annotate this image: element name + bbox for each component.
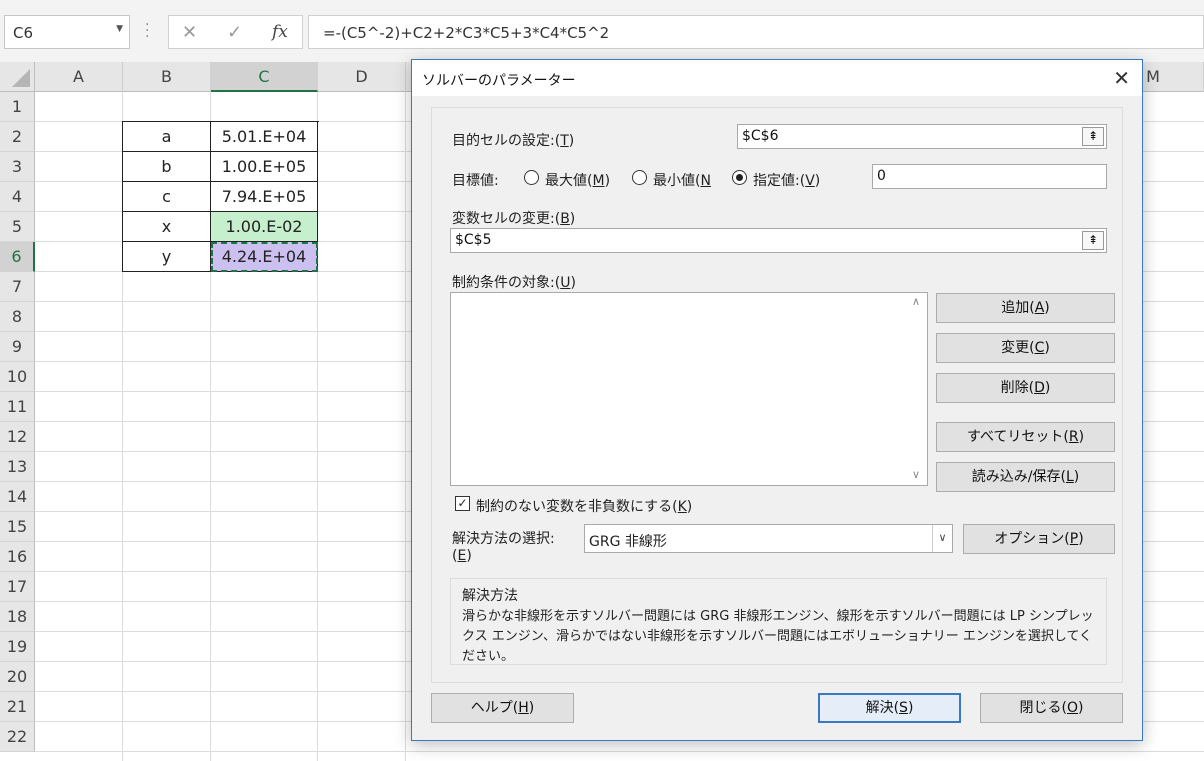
formula-text: =-(C5^-2)+C2+2*C3*C5+3*C4*C5^2 (323, 24, 610, 42)
target-value: 0 (877, 168, 886, 184)
range-select-icon[interactable]: ⇞ (1082, 127, 1104, 146)
row-header[interactable]: 21 (0, 692, 35, 722)
close-icon[interactable]: ✕ (1113, 66, 1130, 90)
row-header[interactable]: 4 (0, 182, 35, 212)
table-cell-value[interactable]: 1.00.E+05 (211, 152, 318, 182)
method-value: GRG 非線形 (589, 534, 667, 550)
scroll-down-icon[interactable]: ∨ (912, 468, 920, 481)
formula-input[interactable]: =-(C5^-2)+C2+2*C3*C5+3*C4*C5^2 (308, 15, 1204, 49)
formula-buttons: ✕ ✓ fx (168, 15, 303, 49)
row-header[interactable]: 8 (0, 302, 35, 332)
row-header[interactable]: 7 (0, 272, 35, 302)
row-header[interactable]: 22 (0, 722, 35, 752)
table-cell-label[interactable]: a (123, 122, 211, 152)
dialog-title: ソルバーのパラメーター (412, 60, 1142, 96)
close-button[interactable]: 閉じる(O) (980, 693, 1123, 723)
row-header[interactable]: 2 (0, 122, 35, 152)
changing-cells-input[interactable]: $C$5 ⇞ (450, 228, 1107, 253)
row-header[interactable]: 12 (0, 422, 35, 452)
radio-min-label: 最小値(N (653, 173, 711, 189)
scrollbar[interactable]: ∧ ∨ (909, 293, 927, 485)
column-header-a[interactable]: A (35, 62, 123, 92)
column-header-d[interactable]: D (318, 62, 406, 92)
radio-max[interactable] (524, 170, 539, 185)
column-header-c[interactable]: C (211, 62, 318, 92)
nonnegative-label: 制約のない変数を非負数にする(K) (476, 499, 693, 515)
target-label: 目標値: (452, 173, 499, 189)
insert-function-icon[interactable]: fx (272, 22, 288, 42)
table-cell-value[interactable]: 7.94.E+05 (211, 182, 318, 212)
changing-cells-label: 変数セルの変更:(B) (452, 211, 576, 227)
row-header[interactable]: 10 (0, 362, 35, 392)
range-select-icon[interactable]: ⇞ (1082, 231, 1104, 250)
method-description-group: 解決方法 滑らかな非線形を示すソルバー問題には GRG 非線形エンジン、線形を示… (450, 578, 1107, 665)
method-description: 滑らかな非線形を示すソルバー問題には GRG 非線形エンジン、線形を示すソルバー… (462, 609, 1094, 664)
table-cell-value[interactable]: 1.00.E-02 (211, 212, 318, 242)
target-value-input[interactable]: 0 (872, 164, 1107, 189)
objective-cell-input[interactable]: $C$6 ⇞ (737, 124, 1107, 149)
row-header[interactable]: 5 (0, 212, 35, 242)
objective-label: 目的セルの設定:(T) (452, 133, 575, 149)
radio-value-of[interactable] (732, 170, 747, 185)
delete-button[interactable]: 削除(D) (936, 373, 1115, 403)
row-header[interactable]: 13 (0, 452, 35, 482)
scroll-up-icon[interactable]: ∧ (912, 295, 920, 308)
name-box-value: C6 (13, 24, 34, 42)
row-header[interactable]: 1 (0, 92, 35, 122)
select-all-corner[interactable] (0, 62, 35, 92)
row-header[interactable]: 15 (0, 512, 35, 542)
radio-min[interactable] (632, 170, 647, 185)
table-cell-label[interactable]: c (123, 182, 211, 212)
radio-max-label: 最大値(M) (545, 173, 611, 189)
row-header[interactable]: 17 (0, 572, 35, 602)
formula-bar: C6 ▼ · · · ✕ ✓ fx =-(C5^-2)+C2+2*C3*C5+3*C… (0, 0, 1204, 62)
enter-icon[interactable]: ✓ (227, 22, 242, 43)
method-group-title: 解決方法 (462, 588, 518, 604)
load-save-button[interactable]: 読み込み/保存(L) (936, 462, 1115, 492)
add-button[interactable]: 追加(A) (936, 293, 1115, 323)
row-header[interactable]: 18 (0, 602, 35, 632)
active-cell[interactable]: 4.24.E+04 (211, 242, 318, 272)
method-label-key: (E) (452, 548, 472, 564)
nonnegative-checkbox[interactable]: ✓ (455, 496, 470, 511)
chevron-down-icon[interactable]: ∨ (932, 525, 952, 552)
table-cell-label[interactable]: x (123, 212, 211, 242)
method-select[interactable]: GRG 非線形 ∨ (584, 524, 953, 553)
row-header[interactable]: 14 (0, 482, 35, 512)
dialog-title-text: ソルバーのパラメーター (422, 73, 576, 89)
data-table: a 5.01.E+04 b 1.00.E+05 c 7.94.E+05 x 1.… (122, 121, 319, 272)
constraints-list[interactable]: ∧ ∨ (450, 292, 928, 486)
help-button[interactable]: ヘルプ(H) (431, 693, 574, 723)
row-header[interactable]: 3 (0, 152, 35, 182)
cancel-icon[interactable]: ✕ (182, 22, 197, 43)
radio-value-of-label: 指定値:(V) (753, 173, 821, 189)
chevron-down-icon[interactable]: ▼ (116, 24, 123, 34)
row-header[interactable]: 16 (0, 542, 35, 572)
changing-cells-value: $C$5 (455, 232, 492, 248)
table-cell-label[interactable]: b (123, 152, 211, 182)
table-cell-value[interactable]: 5.01.E+04 (211, 122, 318, 152)
more-options-icon[interactable]: · · · (145, 18, 149, 44)
method-label: 解決方法の選択: (452, 531, 555, 547)
row-header[interactable]: 11 (0, 392, 35, 422)
reset-all-button[interactable]: すべてリセット(R) (936, 422, 1115, 452)
constraints-label: 制約条件の対象:(U) (452, 275, 576, 291)
change-button[interactable]: 変更(C) (936, 333, 1115, 363)
row-header[interactable]: 6 (0, 242, 35, 272)
solve-button[interactable]: 解決(S) (818, 693, 961, 723)
column-header-b[interactable]: B (123, 62, 211, 92)
dialog-panel: 目的セルの設定:(T) $C$6 ⇞ 目標値: 最大値(M) 最小値(N 指定値… (431, 107, 1123, 683)
solver-dialog: ソルバーのパラメーター ✕ 目的セルの設定:(T) $C$6 ⇞ 目標値: 最大… (411, 59, 1143, 741)
row-header[interactable]: 20 (0, 662, 35, 692)
table-cell-label[interactable]: y (123, 242, 211, 272)
name-box[interactable]: C6 ▼ (4, 15, 130, 49)
objective-cell-value: $C$6 (742, 128, 779, 144)
options-button[interactable]: オプション(P) (963, 524, 1115, 554)
row-header[interactable]: 19 (0, 632, 35, 662)
row-header[interactable]: 9 (0, 332, 35, 362)
